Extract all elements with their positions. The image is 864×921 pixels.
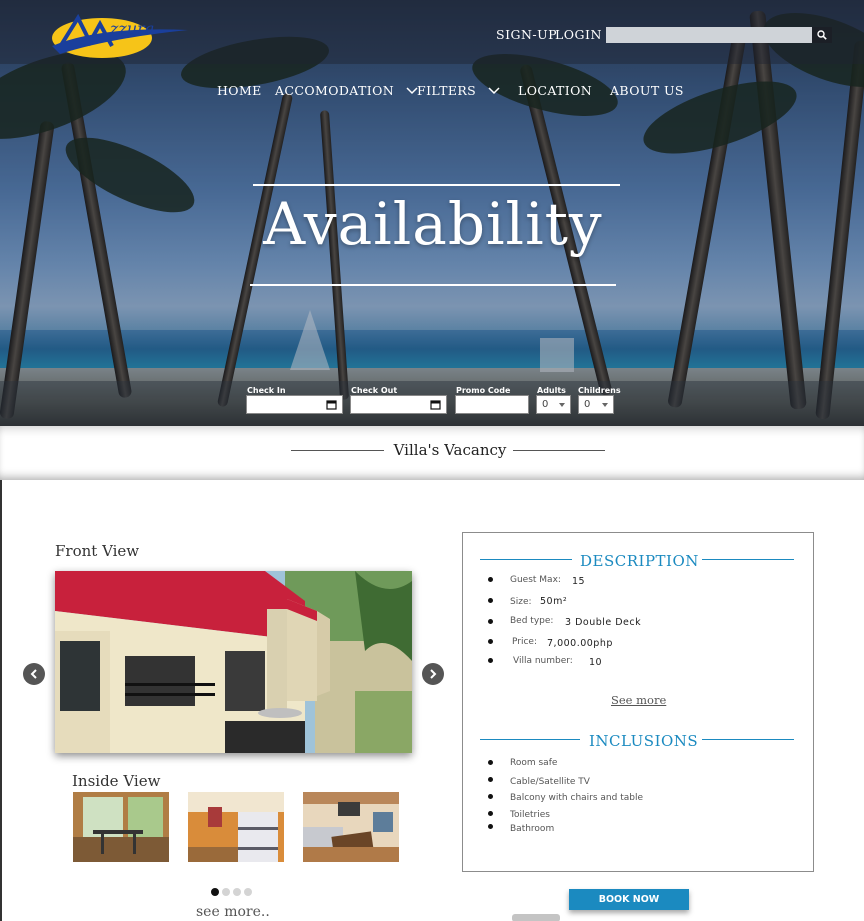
spec-label: Size:	[510, 597, 532, 607]
inclusion-item: Bathroom	[510, 824, 555, 834]
site-logo[interactable]: zzura	[50, 8, 190, 60]
adults-select[interactable]: 0	[536, 395, 571, 414]
calendar-icon	[326, 400, 337, 410]
spec-value: 3 Double Deck	[565, 617, 642, 628]
promo-code-field[interactable]	[455, 395, 529, 414]
childrens-value: 0	[584, 399, 591, 410]
inside-thumb-balcony[interactable]	[73, 792, 169, 862]
check-out-label: Check Out	[351, 386, 398, 395]
svg-text:zzura: zzura	[109, 19, 154, 38]
spec-value: 50m²	[540, 596, 568, 607]
nav-location[interactable]: LOCATION	[518, 83, 592, 98]
childrens-select[interactable]: 0	[578, 395, 614, 414]
search-icon	[817, 30, 827, 40]
nav-filters-label: FILTERS	[417, 83, 477, 98]
front-view-label: Front View	[55, 542, 140, 560]
inside-thumb-bunkroom[interactable]	[188, 792, 284, 862]
inclusion-item: Toiletries	[510, 810, 550, 820]
promo-code-label: Promo Code	[456, 386, 511, 395]
description-see-more-link[interactable]: See more	[611, 693, 666, 707]
front-view-photo	[55, 571, 412, 753]
gallery-next-button[interactable]	[422, 663, 444, 685]
check-out-field[interactable]	[350, 395, 447, 414]
inclusion-item: Cable/Satellite TV	[510, 777, 590, 787]
description-rule-left	[480, 559, 572, 560]
gallery-prev-button[interactable]	[23, 663, 45, 685]
description-rule-right	[702, 559, 794, 560]
search-input[interactable]	[606, 27, 812, 43]
spec-value: 7,000.00php	[547, 638, 613, 649]
chevron-left-icon	[30, 669, 37, 679]
nav-home[interactable]: HOME	[217, 83, 262, 98]
search-button[interactable]	[812, 27, 832, 43]
nav-accomodation[interactable]: ACCOMODATION	[275, 83, 418, 98]
gallery-see-more-link[interactable]: see more..	[196, 904, 270, 920]
description-heading: DESCRIPTION	[580, 552, 699, 570]
calendar-icon	[430, 400, 441, 410]
inside-thumb-livingroom[interactable]	[303, 792, 399, 862]
signup-link[interactable]: SIGN-UP	[496, 27, 557, 42]
adults-value: 0	[542, 399, 549, 410]
spec-value: 15	[572, 576, 586, 587]
spec-label: Bed type:	[510, 616, 554, 626]
vacancy-rule-left	[291, 450, 384, 451]
pagination-dot[interactable]	[211, 888, 219, 896]
nav-filters[interactable]: FILTERS	[417, 83, 500, 98]
check-in-field[interactable]	[246, 395, 343, 414]
pagination-dot[interactable]	[233, 888, 241, 896]
pagination-dot[interactable]	[244, 888, 252, 896]
title-rule-top	[253, 184, 620, 186]
gallery-pagination	[211, 888, 252, 896]
childrens-label: Childrens	[578, 386, 621, 395]
check-in-label: Check In	[247, 386, 286, 395]
book-now-button[interactable]: BOOK NOW	[569, 889, 689, 910]
nav-about-label: ABOUT US	[610, 83, 684, 98]
inclusion-item: Room safe	[510, 758, 558, 768]
inclusion-item: Balcony with chairs and table	[510, 793, 643, 803]
inside-view-label: Inside View	[72, 772, 161, 790]
title-rule-bottom	[250, 284, 616, 286]
spec-label: Price:	[512, 637, 537, 647]
pagination-dot[interactable]	[222, 888, 230, 896]
nav-home-label: HOME	[217, 83, 262, 98]
chevron-right-icon	[430, 669, 437, 679]
nav-about-us[interactable]: ABOUT US	[610, 83, 684, 98]
inclusions-heading: INCLUSIONS	[589, 732, 699, 750]
adults-label: Adults	[537, 386, 566, 395]
chevron-down-icon	[488, 86, 500, 94]
login-link[interactable]: LOGIN	[555, 27, 602, 42]
page-border	[0, 480, 2, 921]
nav-accomodation-label: ACCOMODATION	[275, 83, 395, 98]
section-title: Villa's Vacancy	[393, 441, 507, 459]
inclusions-rule-right	[702, 739, 794, 740]
caret-down-icon	[559, 402, 565, 407]
caret-down-icon	[602, 402, 608, 407]
inclusions-rule-left	[480, 739, 580, 740]
spec-label: Guest Max:	[510, 575, 561, 585]
nav-location-label: LOCATION	[518, 83, 593, 98]
spec-value: 10	[589, 657, 603, 668]
scroll-to-top-handle[interactable]	[512, 914, 560, 921]
vacancy-rule-right	[513, 450, 605, 451]
page-title: Availability	[263, 190, 603, 258]
spec-label: Villa number:	[513, 656, 573, 666]
